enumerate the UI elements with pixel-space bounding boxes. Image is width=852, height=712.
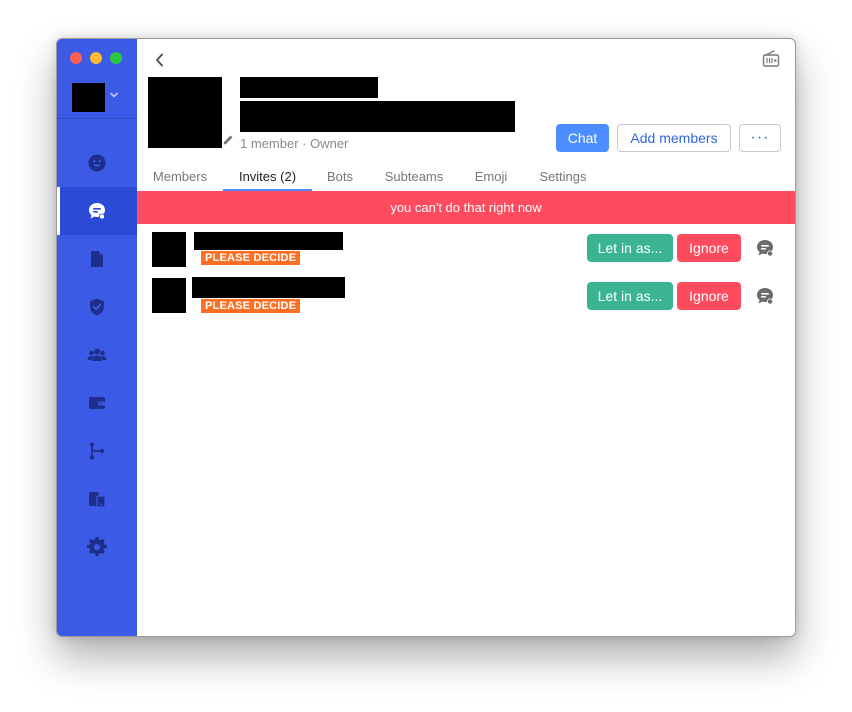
tab-bar: Members Invites (2) Bots Subteams Emoji … [137, 167, 795, 191]
tab-bots[interactable]: Bots [312, 167, 368, 191]
radio-icon[interactable] [761, 49, 781, 69]
team-description [240, 101, 515, 132]
member-count-role: 1 member · Owner [240, 136, 349, 151]
let-in-button[interactable]: Let in as... [587, 282, 673, 310]
maximize-window-button[interactable] [110, 52, 122, 64]
please-decide-badge: PLEASE DECIDE [201, 299, 301, 313]
please-decide-badge: PLEASE DECIDE [201, 251, 301, 265]
sidebar-item-git[interactable] [57, 427, 137, 475]
file-icon [91, 251, 103, 267]
back-arrow-icon[interactable] [151, 51, 169, 69]
app-window: 1 member · Owner Chat Add members ··· Me… [56, 38, 796, 637]
sidebar-item-files[interactable] [57, 235, 137, 283]
invitee-name [192, 277, 345, 298]
add-members-button[interactable]: Add members [617, 124, 731, 152]
minimize-window-button[interactable] [90, 52, 102, 64]
git-icon [89, 442, 105, 460]
devices-icon [89, 492, 106, 508]
sidebar-item-security[interactable] [57, 283, 137, 331]
let-in-button[interactable]: Let in as... [587, 234, 673, 262]
chat-button[interactable]: Chat [556, 124, 609, 152]
chat-icon [89, 203, 105, 220]
tab-subteams[interactable]: Subteams [368, 167, 460, 191]
sidebar-item-teams[interactable] [57, 331, 137, 379]
team-avatar [148, 77, 222, 148]
invitee-avatar [152, 232, 186, 267]
invite-row: PLEASE DECIDE Let in as... Ignore [137, 232, 795, 278]
sidebar-item-wallet[interactable] [57, 379, 137, 427]
sidebar-item-chat[interactable] [57, 187, 137, 235]
invitee-name [194, 232, 343, 250]
invite-row: PLEASE DECIDE Let in as... Ignore [137, 277, 795, 324]
team-name [240, 77, 378, 98]
sidebar [57, 39, 137, 636]
sidebar-divider [57, 118, 137, 119]
tab-settings[interactable]: Settings [522, 167, 604, 191]
pencil-icon[interactable] [222, 134, 234, 146]
close-window-button[interactable] [70, 52, 82, 64]
chevron-down-icon[interactable] [109, 90, 119, 100]
ignore-button[interactable]: Ignore [677, 282, 741, 310]
chat-icon[interactable] [755, 286, 775, 306]
people-icon [88, 154, 106, 172]
tab-members[interactable]: Members [137, 167, 223, 191]
invitee-avatar [152, 278, 186, 313]
more-options-button[interactable]: ··· [739, 124, 781, 152]
sidebar-item-settings[interactable] [57, 523, 137, 571]
chat-icon[interactable] [755, 238, 775, 258]
gear-icon [87, 537, 107, 557]
ignore-button[interactable]: Ignore [677, 234, 741, 262]
sidebar-item-devices[interactable] [57, 475, 137, 523]
shield-icon [90, 298, 104, 316]
main-content: 1 member · Owner Chat Add members ··· Me… [137, 39, 795, 636]
sidebar-item-people[interactable] [57, 139, 137, 187]
teams-icon [87, 348, 107, 361]
error-banner: you can't do that right now [137, 191, 795, 224]
tab-emoji[interactable]: Emoji [460, 167, 522, 191]
account-avatar[interactable] [72, 83, 105, 112]
wallet-icon [89, 397, 105, 409]
tab-invites[interactable]: Invites (2) [223, 167, 312, 191]
